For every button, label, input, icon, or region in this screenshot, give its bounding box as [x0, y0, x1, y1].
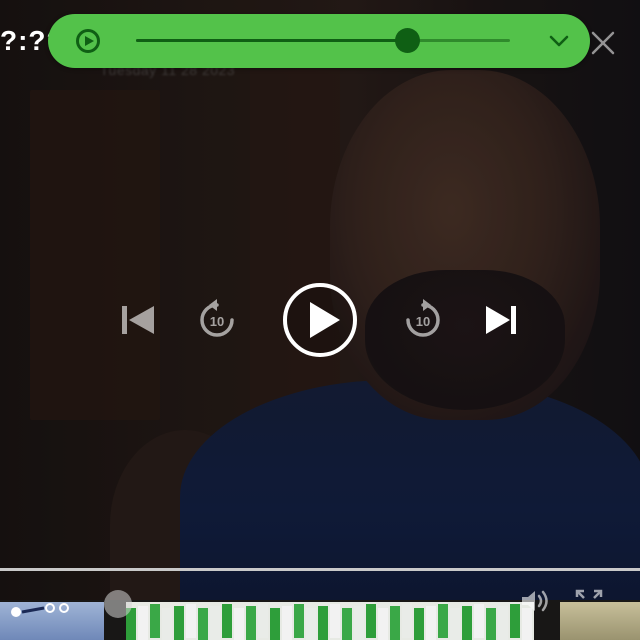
thumbnail-domino — [402, 604, 412, 638]
audio-seek-thumb[interactable] — [394, 28, 420, 53]
volume-icon[interactable] — [520, 588, 550, 614]
thumbnail-domino — [246, 606, 256, 640]
thumbnail-domino — [282, 606, 292, 640]
thumbnail-domino — [510, 604, 520, 638]
scrub-knob[interactable] — [104, 590, 132, 618]
chevron-down-icon[interactable] — [548, 31, 570, 51]
thumbnail-domino — [330, 604, 340, 638]
thumbnail-domino — [318, 606, 328, 640]
audio-seek-progress — [136, 39, 408, 42]
thumbnail-domino — [390, 606, 400, 640]
thumbnail-domino — [342, 608, 352, 640]
thumbnail-domino — [438, 604, 448, 638]
thumbnail-domino — [294, 604, 304, 638]
thumbnail-domino — [474, 604, 484, 638]
thumbnail-domino — [270, 608, 280, 640]
thumbnail-domino — [378, 608, 388, 640]
close-icon[interactable] — [590, 30, 616, 56]
playback-controls: 10 10 — [0, 280, 640, 360]
thumbnail-domino — [222, 604, 232, 638]
thumbnail-domino — [498, 606, 508, 640]
thumbnail-domino — [486, 608, 496, 640]
thumbnail-2[interactable] — [126, 602, 534, 640]
audio-player-bar — [48, 14, 590, 68]
skip-previous-icon[interactable] — [120, 304, 156, 336]
thumbnail-domino — [198, 608, 208, 640]
rewind-seconds-label: 10 — [210, 314, 224, 329]
fullscreen-expand-icon[interactable] — [574, 588, 604, 612]
thumbnail-domino — [366, 604, 376, 638]
thumbnail-domino — [186, 604, 196, 638]
play-circle-icon[interactable] — [76, 29, 100, 53]
forward-10-icon[interactable]: 10 — [402, 299, 444, 341]
thumbnail-1-overlay — [11, 603, 69, 617]
thumbnail-domino — [462, 606, 472, 640]
thumbnail-domino — [450, 608, 460, 640]
thumbnail-domino — [162, 608, 172, 640]
skip-next-icon[interactable] — [484, 304, 518, 336]
thumbnail-domino — [258, 604, 268, 638]
forward-seconds-label: 10 — [416, 314, 430, 329]
play-icon[interactable] — [282, 282, 358, 358]
rewind-10-icon[interactable]: 10 — [196, 299, 238, 341]
thumbnail-domino — [426, 606, 436, 640]
audio-seek-track[interactable] — [136, 28, 510, 53]
thumbnail-domino — [234, 608, 244, 640]
thumbnail-domino — [138, 606, 148, 640]
thumbnail-domino — [354, 606, 364, 640]
thumbnail-domino — [150, 604, 160, 638]
thumbnail-domino — [174, 606, 184, 640]
video-progress-line[interactable] — [0, 568, 640, 571]
thumbnail-domino — [210, 606, 220, 640]
thumbnail-domino — [414, 608, 424, 640]
thumbnail-domino — [306, 608, 316, 640]
